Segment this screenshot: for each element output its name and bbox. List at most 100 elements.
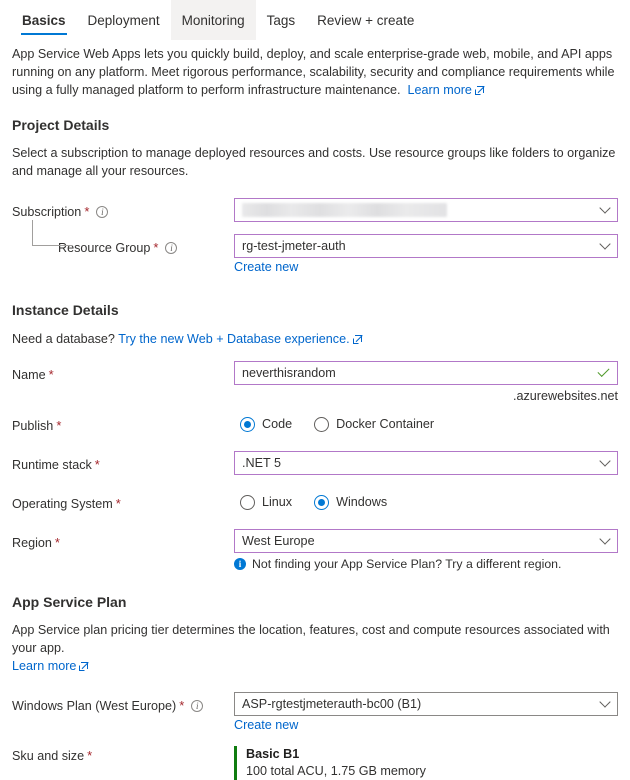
region-note-text: Not finding your App Service Plan? Try a… <box>252 557 562 571</box>
region-dropdown[interactable]: West Europe <box>234 529 618 553</box>
app-service-plan-description-wrap: App Service plan pricing tier determines… <box>12 621 618 675</box>
external-link-icon <box>79 662 90 671</box>
region-label: Region <box>12 536 52 550</box>
tree-connector-line <box>32 220 72 246</box>
name-input[interactable]: neverthisrandom <box>234 361 618 385</box>
app-service-plan-learn-more-label: Learn more <box>12 659 77 673</box>
database-prompt-text: Need a database? <box>12 332 115 346</box>
required-asterisk: * <box>84 204 90 219</box>
app-service-plan-description: App Service plan pricing tier determines… <box>12 623 610 655</box>
info-icon[interactable]: i <box>165 242 178 254</box>
radio-unselected-icon <box>240 494 255 510</box>
resource-group-dropdown[interactable]: rg-test-jmeter-auth <box>234 234 618 258</box>
sku-summary[interactable]: Basic B1 100 total ACU, 1.75 GB memory <box>234 746 618 780</box>
windows-plan-create-new-link[interactable]: Create new <box>234 718 298 732</box>
tab-deployment[interactable]: Deployment <box>77 0 171 40</box>
project-details-heading: Project Details <box>12 117 110 133</box>
name-row: Name * neverthisrandom .azurewebsites.net <box>12 361 618 403</box>
app-service-plan-heading: App Service Plan <box>12 594 127 610</box>
info-filled-icon: i <box>234 558 246 570</box>
web-database-experience-label: Try the new Web + Database experience. <box>118 332 350 346</box>
sku-and-size-label-wrap: Sku and size * <box>12 746 234 764</box>
radio-unselected-icon <box>314 416 330 432</box>
operating-system-field-col: Linux Windows <box>234 490 618 514</box>
name-field-col: neverthisrandom .azurewebsites.net <box>234 361 618 403</box>
sku-and-size-field-col: Basic B1 100 total ACU, 1.75 GB memory <box>234 746 618 780</box>
external-link-icon <box>352 335 363 344</box>
info-icon[interactable]: i <box>191 700 204 712</box>
tab-monitoring[interactable]: Monitoring <box>170 0 256 40</box>
operating-system-radio-windows-label: Windows <box>336 495 388 509</box>
database-prompt-row: Need a database? Try the new Web + Datab… <box>12 330 618 348</box>
tab-basics-label: Basics <box>22 12 66 28</box>
publish-radio-docker[interactable]: Docker Container <box>314 416 434 432</box>
tab-tags-label: Tags <box>266 12 296 28</box>
publish-row: Publish * Code Docker Container <box>12 412 618 436</box>
region-note: i Not finding your App Service Plan? Try… <box>234 557 618 571</box>
required-asterisk: * <box>54 535 60 550</box>
resource-group-field-col: rg-test-jmeter-auth Create new <box>234 234 618 274</box>
intro-text: App Service Web Apps lets you quickly bu… <box>12 47 615 97</box>
chevron-down-icon <box>599 455 611 467</box>
info-icon[interactable]: i <box>96 206 109 218</box>
tab-review-create-label: Review + create <box>317 12 415 28</box>
required-asterisk: * <box>87 748 93 763</box>
radio-selected-icon <box>240 416 255 432</box>
region-label-wrap: Region * <box>12 529 234 551</box>
chevron-down-icon <box>599 696 611 708</box>
subscription-field-col <box>234 198 618 222</box>
required-asterisk: * <box>56 418 62 433</box>
sku-and-size-label: Sku and size <box>12 749 85 763</box>
form-content: App Service Web Apps lets you quickly bu… <box>0 45 630 780</box>
tab-monitoring-label: Monitoring <box>181 12 245 28</box>
subscription-label-wrap: Subscription * i <box>12 198 234 220</box>
resource-group-create-new-link[interactable]: Create new <box>234 260 298 274</box>
windows-plan-dropdown[interactable]: ASP-rgtestjmeterauth-bc00 (B1) <box>234 692 618 716</box>
name-value: neverthisrandom <box>242 366 336 380</box>
operating-system-label: Operating System <box>12 497 113 511</box>
subscription-dropdown[interactable] <box>234 198 618 222</box>
subscription-label: Subscription <box>12 205 82 219</box>
windows-plan-field-col: ASP-rgtestjmeterauth-bc00 (B1) Create ne… <box>234 692 618 732</box>
runtime-stack-row: Runtime stack * .NET 5 <box>12 451 618 475</box>
resource-group-label-wrap: Resource Group * i <box>12 220 234 256</box>
publish-label: Publish <box>12 419 54 433</box>
valid-check-icon <box>597 364 610 378</box>
chevron-down-icon <box>599 238 611 250</box>
web-database-experience-link[interactable]: Try the new Web + Database experience. <box>118 332 349 346</box>
sku-title: Basic B1 <box>246 747 300 761</box>
tab-basics[interactable]: Basics <box>11 0 77 40</box>
tab-bar: Basics Deployment Monitoring Tags Review… <box>0 0 630 40</box>
intro-learn-more-link[interactable]: Learn more <box>408 83 472 97</box>
app-service-plan-learn-more-link[interactable]: Learn more <box>12 659 76 673</box>
runtime-stack-value: .NET 5 <box>242 456 281 470</box>
required-asterisk: * <box>94 457 100 472</box>
subscription-row: Subscription * i <box>12 198 618 222</box>
publish-radio-code[interactable]: Code <box>240 416 292 432</box>
operating-system-label-wrap: Operating System * <box>12 490 234 512</box>
required-asterisk: * <box>115 496 121 511</box>
region-row: Region * West Europe i Not finding your A… <box>12 529 618 571</box>
windows-plan-label: Windows Plan (West Europe) <box>12 699 177 713</box>
region-field-col: West Europe i Not finding your App Servi… <box>234 529 618 571</box>
tab-review-create[interactable]: Review + create <box>306 0 425 40</box>
name-label: Name <box>12 368 46 382</box>
sku-detail: 100 total ACU, 1.75 GB memory <box>246 764 426 778</box>
intro-paragraph: App Service Web Apps lets you quickly bu… <box>12 45 618 99</box>
operating-system-radio-linux[interactable]: Linux <box>240 494 293 510</box>
project-details-description: Select a subscription to manage deployed… <box>12 146 616 178</box>
external-link-icon <box>474 86 485 95</box>
operating-system-row: Operating System * Linux Windows <box>12 490 618 514</box>
runtime-stack-dropdown[interactable]: .NET 5 <box>234 451 618 475</box>
tab-tags[interactable]: Tags <box>256 0 307 40</box>
operating-system-radio-group: Linux Windows <box>234 490 618 514</box>
intro-learn-more-label: Learn more <box>407 83 472 97</box>
windows-plan-row: Windows Plan (West Europe) * i ASP-rgtest… <box>12 692 618 732</box>
operating-system-radio-windows[interactable]: Windows <box>314 494 388 510</box>
publish-label-wrap: Publish * <box>12 412 234 434</box>
operating-system-radio-linux-label: Linux <box>262 495 293 509</box>
runtime-stack-label: Runtime stack <box>12 458 92 472</box>
runtime-stack-label-wrap: Runtime stack * <box>12 451 234 473</box>
resource-group-value: rg-test-jmeter-auth <box>242 239 346 253</box>
required-asterisk: * <box>48 367 54 382</box>
